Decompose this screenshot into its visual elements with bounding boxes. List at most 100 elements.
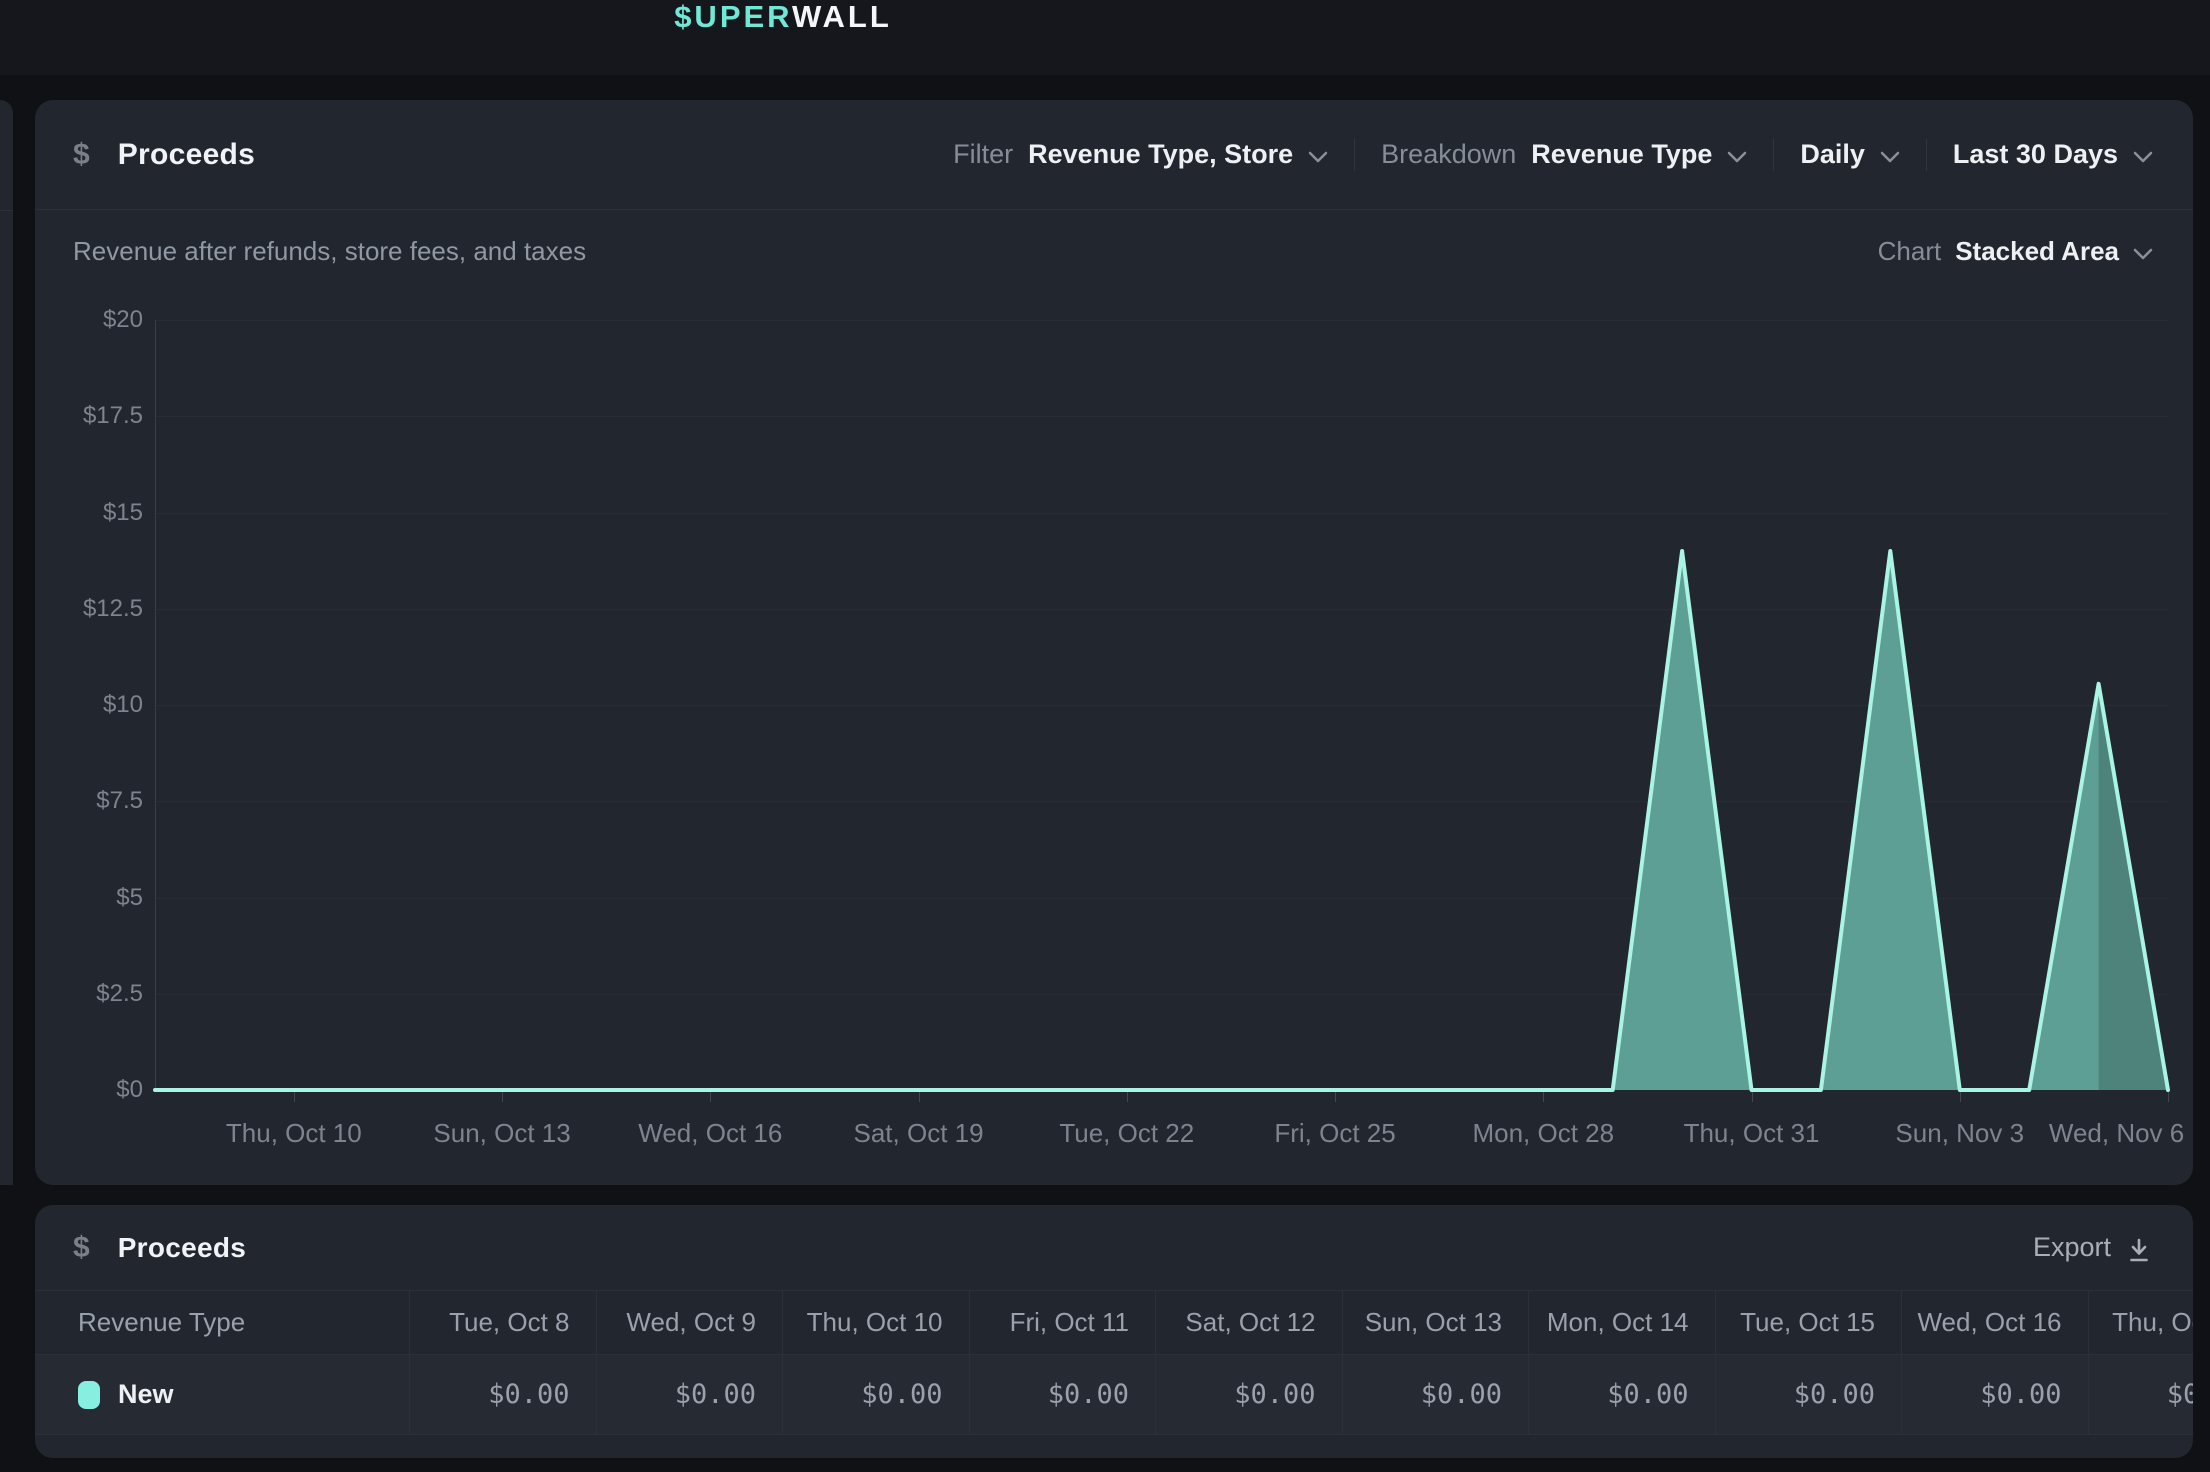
date-range-value: Last 30 Days xyxy=(1953,139,2118,170)
gridline xyxy=(155,994,2168,995)
adjacent-card-edge xyxy=(0,100,13,1185)
y-axis-tick-label: $2.5 xyxy=(35,980,143,1008)
x-axis-tick-label: Fri, Oct 25 xyxy=(1274,1118,1395,1149)
x-axis-tick xyxy=(1335,1090,1336,1102)
x-axis-tick-label: Tue, Oct 22 xyxy=(1059,1118,1194,1149)
x-axis-tick-label: Thu, Oct 31 xyxy=(1684,1118,1820,1149)
chevron-down-icon xyxy=(2133,248,2153,260)
chart-type-dropdown[interactable]: Chart Stacked Area xyxy=(1878,236,2153,267)
proceeds-table-card: $ Proceeds Export Revenue Type Tue, Oct … xyxy=(35,1205,2193,1458)
chart-filter-bar: Filter Revenue Type, Store Breakdown Rev… xyxy=(953,139,2153,171)
y-axis-tick-label: $0 xyxy=(35,1076,143,1104)
x-axis-tick-label: Sun, Oct 13 xyxy=(433,1118,570,1149)
x-axis-tick xyxy=(1127,1090,1128,1102)
x-axis-tick xyxy=(919,1090,920,1102)
gridline xyxy=(155,705,2168,706)
chart-card-title: Proceeds xyxy=(118,138,255,172)
value-cell: $0.00 xyxy=(675,1379,756,1410)
divider xyxy=(1926,139,1927,171)
y-axis-tick-label: $10 xyxy=(35,691,143,719)
date-column-header: Fri, Oct 11 xyxy=(969,1291,1156,1354)
logo-white-part: WALL xyxy=(792,0,892,34)
table-cell: $0.00 xyxy=(782,1355,969,1434)
breakdown-label: Breakdown xyxy=(1381,139,1516,170)
divider xyxy=(0,210,13,211)
table-cell: $0.00 xyxy=(1715,1355,1902,1434)
area-fill xyxy=(155,551,2168,1090)
date-range-dropdown[interactable]: Last 30 Days xyxy=(1953,139,2153,170)
export-button[interactable]: Export xyxy=(2033,1232,2153,1264)
filter-value: Revenue Type, Store xyxy=(1028,139,1293,170)
series-color-swatch xyxy=(78,1381,100,1409)
date-column-header: Wed, Oct 16 xyxy=(1901,1291,2088,1354)
proceeds-chart-card: $ Proceeds Filter Revenue Type, Store Br… xyxy=(35,100,2193,1185)
chart-subtitle: Revenue after refunds, store fees, and t… xyxy=(73,236,586,267)
divider xyxy=(1773,139,1774,171)
value-cell: $0.00 xyxy=(861,1379,942,1410)
y-axis-tick-label: $17.5 xyxy=(35,402,143,430)
date-column-header: Sat, Oct 12 xyxy=(1155,1291,1342,1354)
table-cell: $0.00 xyxy=(409,1355,596,1434)
y-axis-tick-label: $7.5 xyxy=(35,787,143,815)
table-cell: $0.00 xyxy=(1342,1355,1529,1434)
x-axis-tick-label: Mon, Oct 28 xyxy=(1472,1118,1614,1149)
table-cell: $0.00 xyxy=(2088,1355,2194,1434)
value-cell: $0.00 xyxy=(1607,1379,1688,1410)
y-axis-tick-label: $20 xyxy=(35,306,143,334)
table-row: New $0.00$0.00$0.00$0.00$0.00$0.00$0.00$… xyxy=(35,1355,2193,1435)
granularity-dropdown[interactable]: Daily xyxy=(1800,139,1900,170)
table-cell: $0.00 xyxy=(969,1355,1156,1434)
incomplete-period-fill xyxy=(2099,684,2168,1090)
y-axis-tick-label: $12.5 xyxy=(35,595,143,623)
y-axis-tick-label: $5 xyxy=(35,884,143,912)
gridline xyxy=(155,513,2168,514)
logo-teal-part: $UPER xyxy=(674,0,792,34)
revenue-type-column-header: Revenue Type xyxy=(35,1291,409,1354)
date-column-header: Thu, Oct 17 xyxy=(2088,1291,2194,1354)
divider xyxy=(1354,139,1355,171)
table-cell: $0.00 xyxy=(1901,1355,2088,1434)
breakdown-dropdown[interactable]: Breakdown Revenue Type xyxy=(1381,139,1747,170)
x-axis-tick xyxy=(502,1090,503,1102)
top-bar: $UPERWALL xyxy=(0,0,2210,75)
y-axis-line xyxy=(155,320,156,1090)
date-column-header: Wed, Oct 9 xyxy=(596,1291,783,1354)
gridline xyxy=(155,416,2168,417)
gridline xyxy=(155,898,2168,899)
x-axis-tick xyxy=(1543,1090,1544,1102)
table-cell: $0.00 xyxy=(596,1355,783,1434)
chevron-down-icon xyxy=(1308,151,1328,163)
value-cell: $0.00 xyxy=(2167,1379,2193,1410)
table-cell: $0.00 xyxy=(1528,1355,1715,1434)
y-axis-tick-label: $15 xyxy=(35,499,143,527)
dollar-icon: $ xyxy=(73,1231,90,1265)
chart-type-label: Chart xyxy=(1878,236,1942,267)
table-card-header: $ Proceeds Export xyxy=(35,1205,2193,1290)
chart-subtitle-row: Revenue after refunds, store fees, and t… xyxy=(35,210,2193,267)
x-axis-tick xyxy=(710,1090,711,1102)
date-column-header: Tue, Oct 8 xyxy=(409,1291,596,1354)
x-axis-tick-label: Sun, Nov 3 xyxy=(1895,1118,2024,1149)
date-column-header: Sun, Oct 13 xyxy=(1342,1291,1529,1354)
chevron-down-icon xyxy=(1880,151,1900,163)
breakdown-value: Revenue Type xyxy=(1531,139,1712,170)
date-column-header: Mon, Oct 14 xyxy=(1528,1291,1715,1354)
table-card-title: Proceeds xyxy=(118,1232,246,1264)
value-cell: $0.00 xyxy=(488,1379,569,1410)
x-axis-tick-label: Sat, Oct 19 xyxy=(854,1118,984,1149)
value-cell: $0.00 xyxy=(1234,1379,1315,1410)
area-series-line xyxy=(155,551,2168,1090)
chart-type-value: Stacked Area xyxy=(1955,236,2119,267)
date-column-header: Thu, Oct 10 xyxy=(782,1291,969,1354)
table-cell: $0.00 xyxy=(1155,1355,1342,1434)
filter-dropdown[interactable]: Filter Revenue Type, Store xyxy=(953,139,1328,170)
table-header-row: Revenue Type Tue, Oct 8Wed, Oct 9Thu, Oc… xyxy=(35,1290,2193,1355)
value-cell: $0.00 xyxy=(1794,1379,1875,1410)
download-icon xyxy=(2125,1236,2153,1264)
x-axis-tick xyxy=(1752,1090,1753,1102)
date-column-header: Tue, Oct 15 xyxy=(1715,1291,1902,1354)
gridline xyxy=(155,609,2168,610)
superwall-logo: $UPERWALL xyxy=(674,0,892,35)
chevron-down-icon xyxy=(1727,151,1747,163)
area-series-svg xyxy=(155,320,2168,1090)
